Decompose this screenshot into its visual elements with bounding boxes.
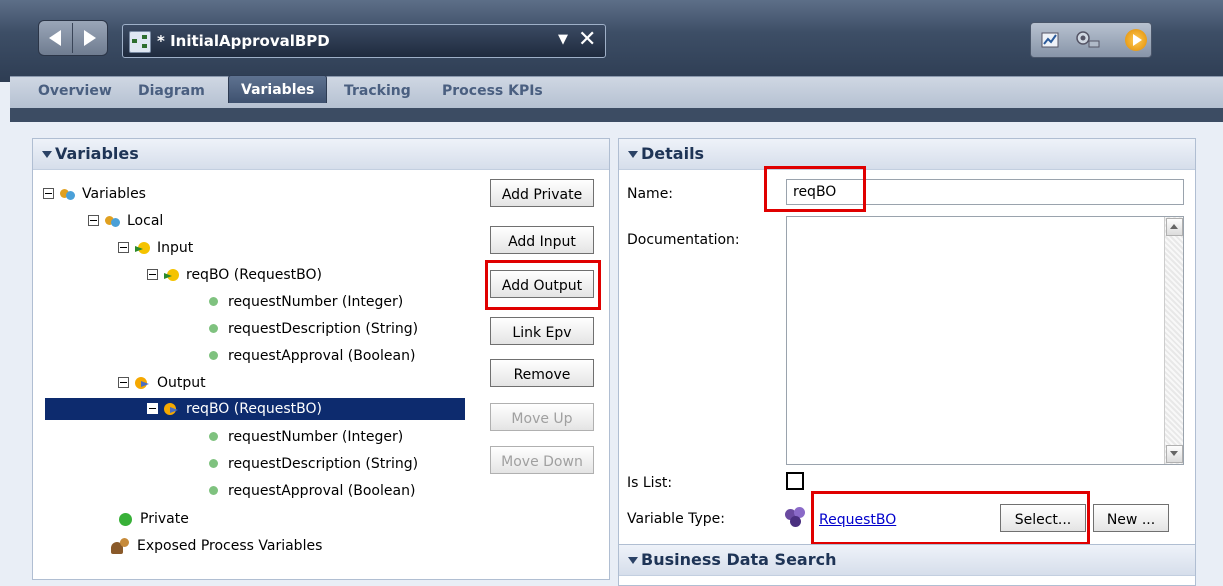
tree-leaf[interactable]: requestApproval (Boolean): [209, 345, 415, 367]
details-panel: Details Name: reqBO Documentation: Is Li…: [618, 138, 1196, 550]
field-icon: [209, 431, 218, 441]
business-data-search-panel: Business Data Search: [618, 544, 1196, 586]
tree-node-input-reqbo[interactable]: reqBO (RequestBO): [147, 264, 322, 286]
documentation-label: Documentation:: [627, 232, 740, 248]
run-icon[interactable]: [1125, 29, 1147, 51]
chart-icon[interactable]: [1041, 31, 1059, 49]
move-up-button[interactable]: Move Up: [490, 403, 594, 431]
output-icon: [135, 376, 151, 390]
variables-panel-header[interactable]: Variables: [33, 139, 609, 170]
tree-node-input[interactable]: Input: [118, 237, 193, 259]
is-list-label: Is List:: [627, 475, 673, 491]
business-data-search-title: Business Data Search: [641, 550, 837, 569]
tree-node-local[interactable]: Local: [88, 210, 163, 232]
tree-leaf[interactable]: requestNumber (Integer): [209, 426, 403, 448]
link-epv-button[interactable]: Link Epv: [490, 317, 594, 345]
tree-node-output-reqbo-selected[interactable]: reqBO (RequestBO): [45, 398, 465, 420]
title-bar: * InitialApprovalBPD ▼ ✕: [0, 0, 1223, 82]
toolbar-actions: [1030, 22, 1152, 58]
input-icon: [164, 268, 180, 282]
field-icon: [209, 350, 218, 360]
variables-icon: [105, 214, 121, 228]
collapse-toggle-icon[interactable]: [43, 187, 54, 199]
documentation-scrollbar[interactable]: [1164, 217, 1183, 464]
tree-node-private[interactable]: Private: [119, 508, 189, 530]
tree-leaf[interactable]: requestDescription (String): [209, 318, 418, 340]
close-icon[interactable]: ✕: [578, 27, 596, 52]
tab-underline: [10, 108, 1223, 122]
details-panel-title: Details: [641, 144, 705, 163]
exposed-variables-icon: [111, 538, 131, 554]
highlight-box: [764, 166, 866, 212]
tab-tracking[interactable]: Tracking: [344, 83, 411, 99]
variables-panel: Variables Variables Local Input reqBO (R…: [32, 138, 610, 580]
tree-leaf[interactable]: requestDescription (String): [209, 453, 418, 475]
bpd-icon: [129, 31, 151, 53]
tab-diagram[interactable]: Diagram: [138, 83, 205, 99]
remove-button[interactable]: Remove: [490, 359, 594, 387]
collapse-toggle-icon[interactable]: [118, 376, 129, 388]
highlight-box: [485, 260, 601, 310]
tab-process-kpis[interactable]: Process KPIs: [442, 83, 543, 99]
document-tab[interactable]: * InitialApprovalBPD ▼ ✕: [122, 24, 606, 58]
scroll-up-icon[interactable]: [1166, 218, 1183, 236]
output-icon: [164, 402, 180, 416]
collapse-icon: [628, 151, 638, 158]
variables-panel-title: Variables: [55, 144, 139, 163]
field-icon: [209, 323, 218, 333]
document-title: * InitialApprovalBPD: [157, 32, 330, 50]
history-nav: [38, 20, 108, 56]
variable-type-label: Variable Type:: [627, 511, 726, 527]
details-panel-header[interactable]: Details: [619, 139, 1195, 170]
add-input-button[interactable]: Add Input: [490, 226, 594, 254]
field-icon: [209, 485, 218, 495]
editor-tabs: Overview Diagram Variables Tracking Proc…: [10, 75, 1223, 109]
input-icon: [135, 241, 151, 255]
scroll-down-icon[interactable]: [1166, 445, 1183, 463]
collapse-toggle-icon[interactable]: [147, 268, 158, 280]
collapse-toggle-icon[interactable]: [88, 214, 99, 226]
back-arrow-icon[interactable]: [49, 30, 61, 46]
collapse-toggle-icon[interactable]: [147, 402, 158, 414]
highlight-box: [811, 491, 1090, 545]
gear-icon[interactable]: [1075, 31, 1101, 49]
tab-overview[interactable]: Overview: [38, 83, 112, 99]
forward-arrow-icon[interactable]: [84, 30, 96, 46]
field-icon: [209, 458, 218, 468]
tree-leaf[interactable]: requestApproval (Boolean): [209, 480, 415, 502]
tree-node-variables[interactable]: Variables: [43, 183, 146, 205]
business-data-search-header[interactable]: Business Data Search: [619, 545, 1195, 576]
document-dropdown-icon[interactable]: ▼: [558, 32, 568, 47]
add-private-button[interactable]: Add Private: [490, 179, 594, 207]
new-type-button[interactable]: New ...: [1093, 504, 1169, 532]
tree-leaf[interactable]: requestNumber (Integer): [209, 291, 403, 313]
name-label: Name:: [627, 186, 674, 202]
collapse-icon: [628, 557, 638, 564]
field-icon: [209, 296, 218, 306]
tab-variables[interactable]: Variables: [228, 75, 328, 103]
tree-node-exposed-process-variables[interactable]: Exposed Process Variables: [111, 535, 322, 557]
collapse-toggle-icon[interactable]: [118, 241, 129, 253]
tree-node-output[interactable]: Output: [118, 372, 206, 394]
business-object-icon: [785, 507, 807, 529]
collapse-icon: [42, 151, 52, 158]
is-list-checkbox[interactable]: [786, 472, 804, 490]
move-down-button[interactable]: Move Down: [490, 446, 594, 474]
variables-icon: [60, 187, 76, 201]
documentation-field[interactable]: [786, 216, 1184, 465]
private-icon: [119, 512, 132, 526]
